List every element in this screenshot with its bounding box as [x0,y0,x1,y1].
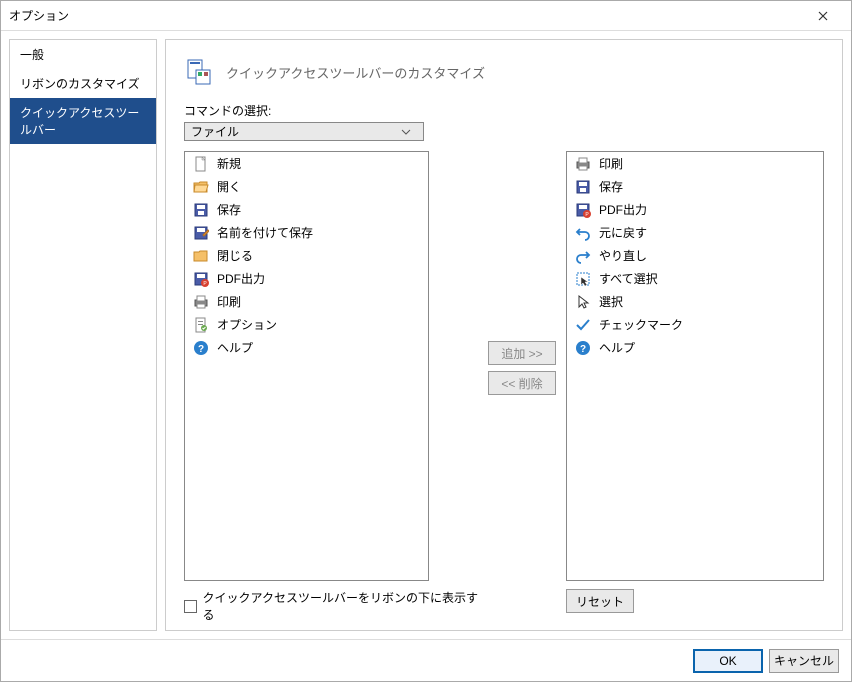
save-as-icon [193,225,209,241]
list-item-label: 新規 [217,155,241,172]
list-item[interactable]: 新規 [185,152,428,175]
list-item-label: ヘルプ [599,339,635,356]
list-item[interactable]: ? ヘルプ [567,336,823,359]
left-column: 新規開く保存名前を付けて保存閉じる P PDF出力印刷オプション? ヘルプ クイックア… [184,151,478,623]
main-panel: クイックアクセスツールバーのカスタマイズ コマンドの選択: ファイル 新規開く保… [165,39,843,631]
svg-text:?: ? [198,344,204,355]
close-button[interactable] [803,2,843,30]
pdf-icon: P [575,202,591,218]
list-item[interactable]: 保存 [185,198,428,221]
save-icon [575,179,591,195]
help-icon: ? [193,340,209,356]
list-item[interactable]: オプション [185,313,428,336]
quick-access-customize-icon [184,56,216,88]
help-icon: ? [575,340,591,356]
command-select-dropdown[interactable]: ファイル [184,122,424,141]
sidebar-item-quick-access[interactable]: クイックアクセスツールバー [10,98,156,144]
add-button[interactable]: 追加 >> [488,341,556,365]
list-item[interactable]: 選択 [567,290,823,313]
sidebar-item-ribbon[interactable]: リボンのカスタマイズ [10,69,156,98]
list-item-label: 選択 [599,293,623,310]
reset-button[interactable]: リセット [566,589,634,613]
save-icon [193,202,209,218]
list-item-label: PDF出力 [599,201,647,218]
right-column: 印刷保存 P PDF出力元に戻すやり直しすべて選択選択チェックマーク? ヘルプ リセッ… [566,151,824,623]
dropdown-value: ファイル [191,123,401,140]
undo-icon [575,225,591,241]
chevron-down-icon [401,129,417,135]
panel-title: クイックアクセスツールバーのカスタマイズ [226,63,485,82]
list-item-label: 開く [217,178,241,195]
list-item[interactable]: 名前を付けて保存 [185,221,428,244]
folder-close-icon [193,248,209,264]
pointer-icon [575,294,591,310]
redo-icon [575,248,591,264]
current-toolbar-list[interactable]: 印刷保存 P PDF出力元に戻すやり直しすべて選択選択チェックマーク? ヘルプ [566,151,824,581]
list-item-label: 元に戻す [599,224,647,241]
list-item-label: やり直し [599,247,647,264]
print-icon [575,156,591,172]
show-below-ribbon-checkbox[interactable] [184,600,197,613]
show-below-ribbon-row: クイックアクセスツールバーをリボンの下に表示する [184,589,478,623]
list-item-label: 印刷 [599,155,623,172]
list-item[interactable]: 印刷 [185,290,428,313]
dialog-title: オプション [9,7,803,24]
close-icon [818,11,828,21]
options-dialog: オプション 一般 リボンのカスタマイズ クイックアクセスツールバー ク [0,0,852,682]
available-commands-list[interactable]: 新規開く保存名前を付けて保存閉じる P PDF出力印刷オプション? ヘルプ [184,151,429,581]
sidebar-item-label: 一般 [20,48,44,62]
list-item[interactable]: 閉じる [185,244,428,267]
list-item[interactable]: 印刷 [567,152,823,175]
list-item[interactable]: 元に戻す [567,221,823,244]
list-item[interactable]: すべて選択 [567,267,823,290]
list-item-label: 閉じる [217,247,253,264]
middle-buttons: 追加 >> << 削除 [488,151,556,623]
list-item[interactable]: 開く [185,175,428,198]
list-item-label: チェックマーク [599,316,683,333]
list-item-label: 保存 [217,201,241,218]
print-icon [193,294,209,310]
columns: 新規開く保存名前を付けて保存閉じるPPDF出力印刷オプション?ヘルプ クイックア… [184,151,824,623]
dialog-body: 一般 リボンのカスタマイズ クイックアクセスツールバー クイックアクセスツールバ… [1,31,851,639]
titlebar: オプション [1,1,851,31]
show-below-ribbon-label: クイックアクセスツールバーをリボンの下に表示する [203,589,478,623]
sidebar: 一般 リボンのカスタマイズ クイックアクセスツールバー [9,39,157,631]
panel-header: クイックアクセスツールバーのカスタマイズ [184,56,824,88]
list-item[interactable]: ? ヘルプ [185,336,428,359]
list-item-label: すべて選択 [599,270,658,287]
list-item-label: 名前を付けて保存 [217,224,313,241]
list-item-label: 保存 [599,178,623,195]
options-icon [193,317,209,333]
file-new-icon [193,156,209,172]
list-item-label: 印刷 [217,293,241,310]
list-item[interactable]: P PDF出力 [185,267,428,290]
sidebar-item-general[interactable]: 一般 [10,40,156,69]
folder-open-icon [193,179,209,195]
list-item[interactable]: チェックマーク [567,313,823,336]
cancel-button[interactable]: キャンセル [769,649,839,673]
sidebar-item-label: クイックアクセスツールバー [20,106,139,137]
list-item[interactable]: P PDF出力 [567,198,823,221]
check-icon [575,317,591,333]
list-item[interactable]: 保存 [567,175,823,198]
list-item-label: PDF出力 [217,270,265,287]
pdf-icon: P [193,271,209,287]
list-item-label: ヘルプ [217,339,253,356]
sidebar-item-label: リボンのカスタマイズ [20,77,140,91]
remove-button[interactable]: << 削除 [488,371,556,395]
list-item[interactable]: やり直し [567,244,823,267]
list-item-label: オプション [217,316,277,333]
command-select-label: コマンドの選択: [184,102,824,119]
svg-text:?: ? [580,344,586,355]
ok-button[interactable]: OK [693,649,763,673]
select-all-icon [575,271,591,287]
dialog-footer: OK キャンセル [1,639,851,681]
